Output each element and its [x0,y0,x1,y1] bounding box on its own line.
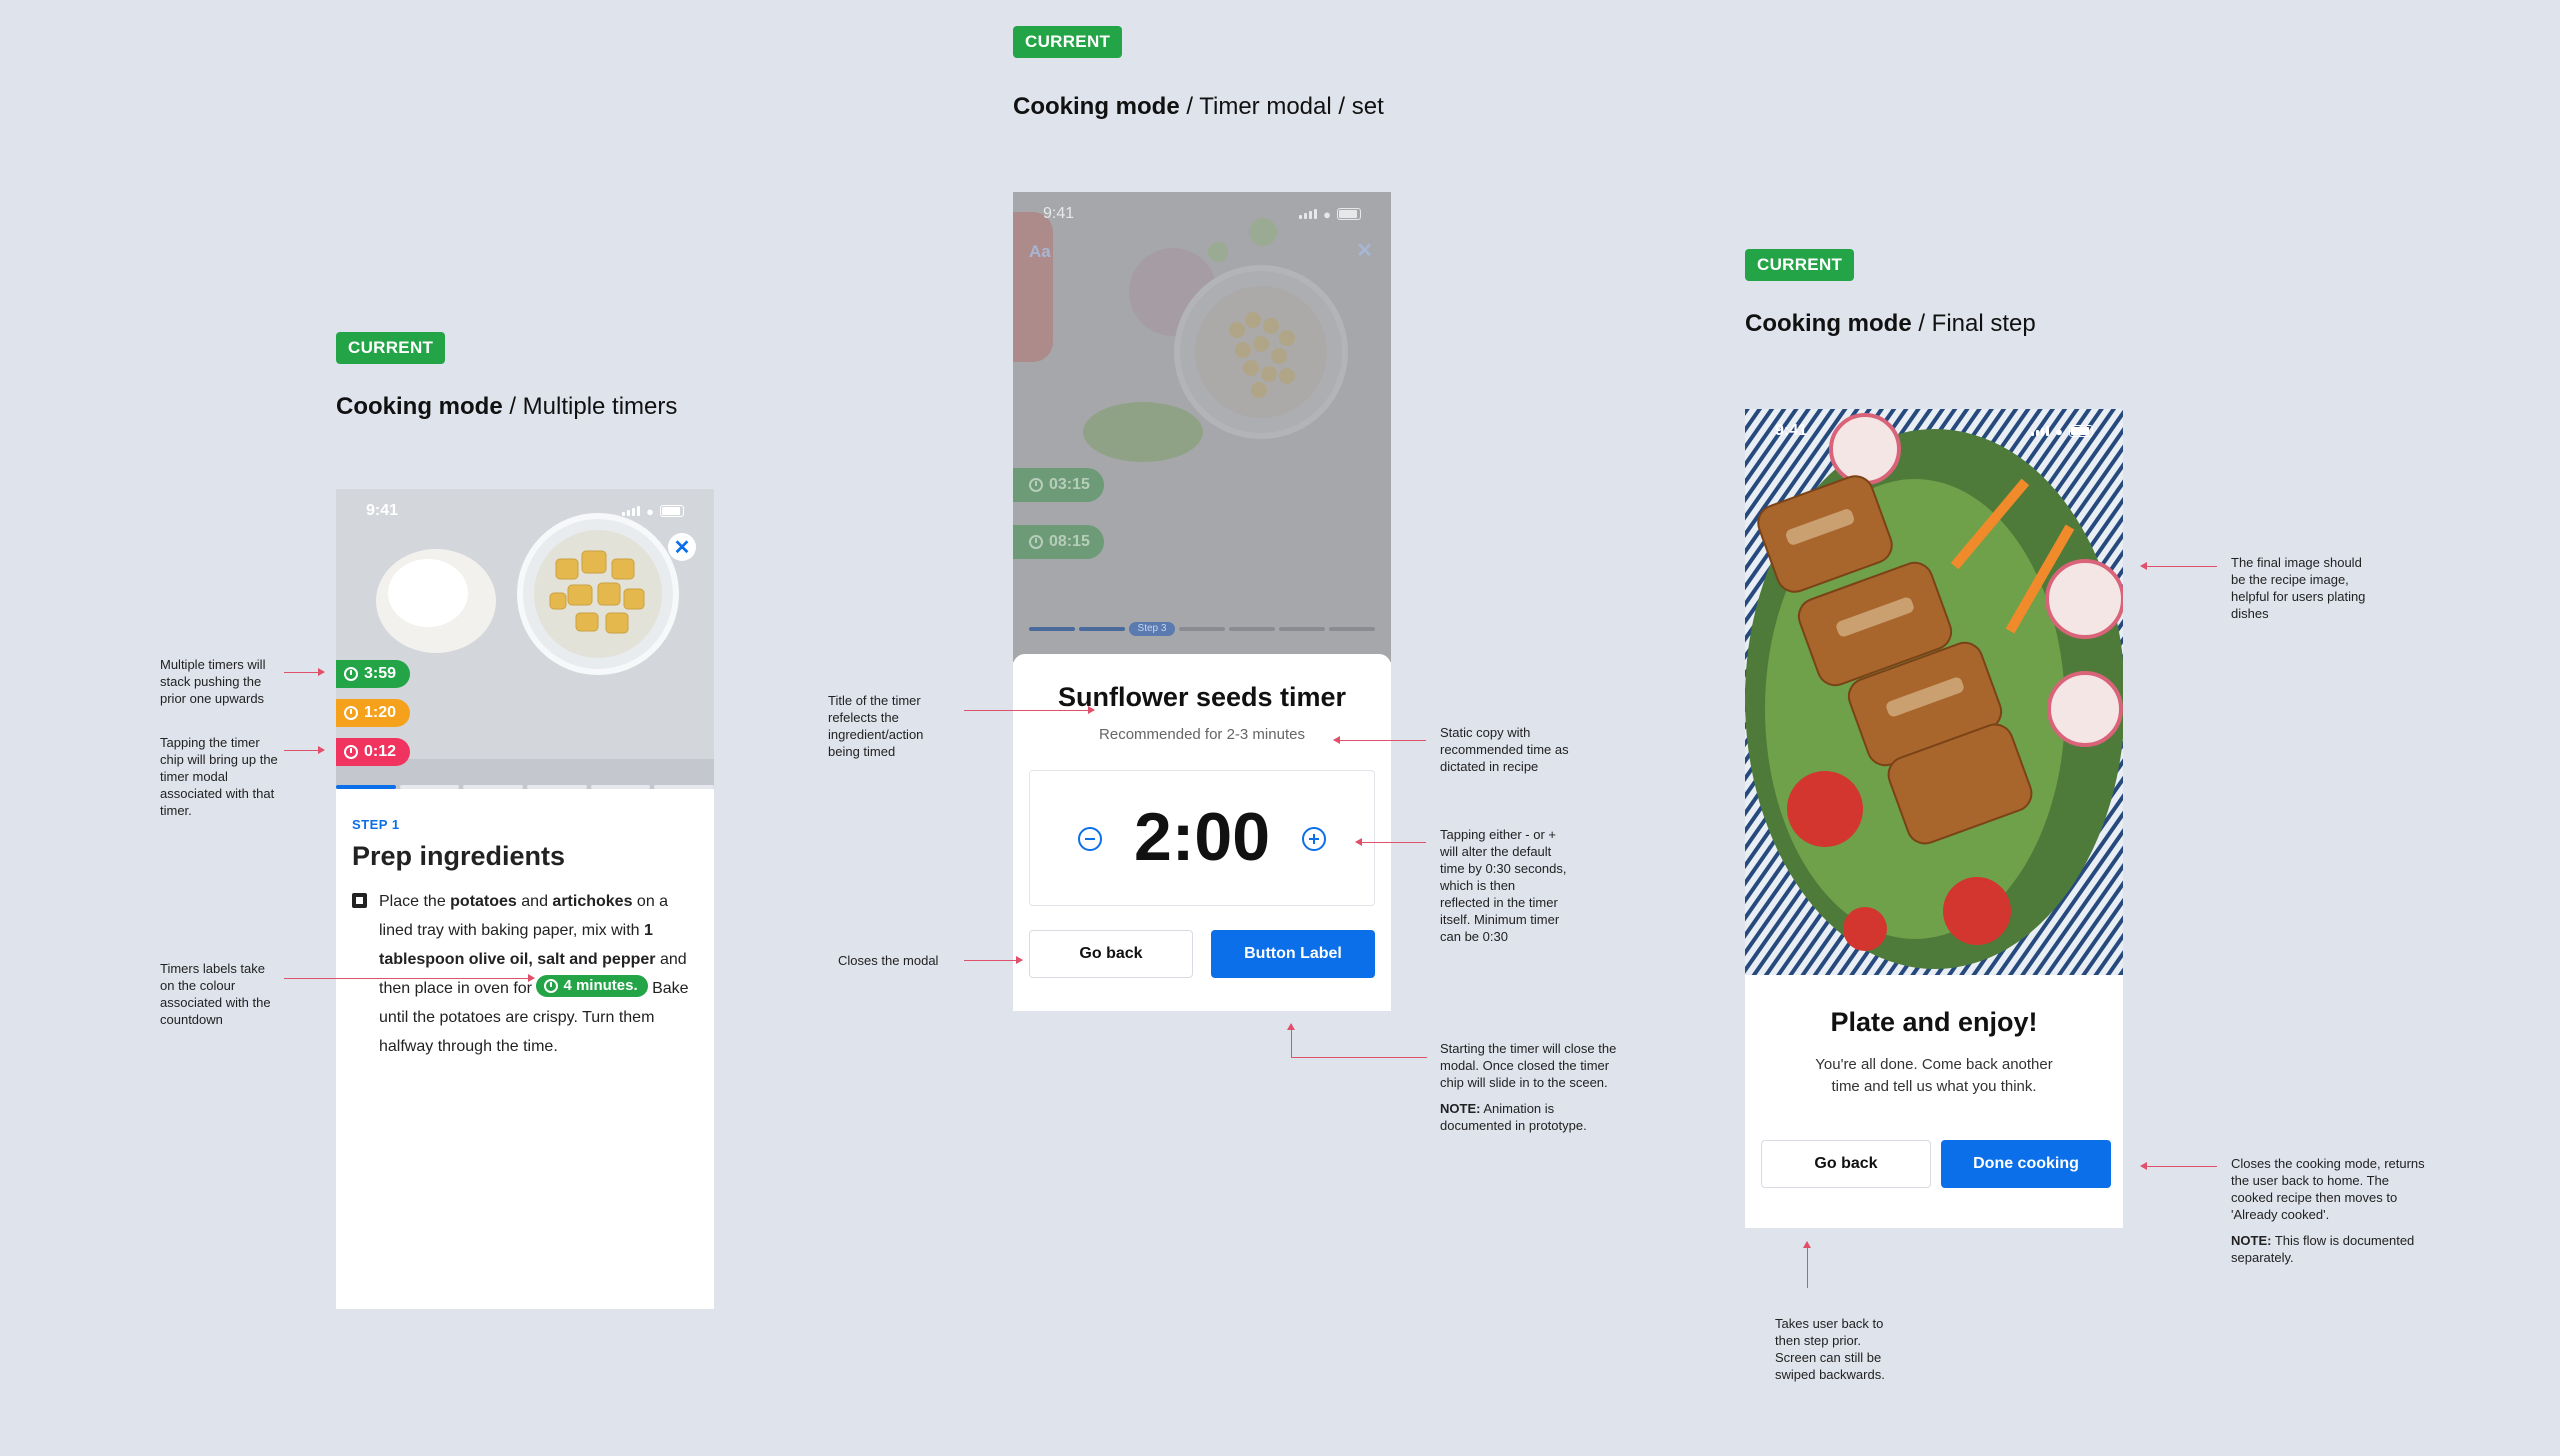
clock-icon [1029,478,1043,492]
final-title: Plate and enjoy! [1830,1007,2038,1037]
annotation-arrow [1355,838,1426,846]
current-badge: CURRENT [1013,26,1123,58]
note-stepper-behaviour: Tapping either - or + will alter the def… [1440,827,1567,944]
frame-title-multiple-timers: Cooking mode / Multiple timers [336,393,678,420]
step-title: Prep ingredients [352,841,566,871]
clock-icon [344,745,358,759]
ingredient-checkbox[interactable] [352,893,367,908]
close-icon[interactable]: ✕ [668,533,696,561]
note-static-copy: Static copy with recommended time as dic… [1440,725,1569,774]
status-icons: ● [2031,424,2093,439]
current-badge: CURRENT [1745,249,1855,281]
timer-modal: Sunflower seeds timer Recommended for 2-… [1013,654,1391,1011]
wifi-icon: ● [2055,423,2063,439]
status-time: 9:41 [366,502,399,519]
battery-icon [1337,208,1361,220]
battery-icon [2069,425,2093,437]
go-back-button[interactable]: Go back [1029,930,1193,978]
battery-icon [660,505,684,517]
phone-screen-multiple-timers: 9:41 ● ✕ 3:59 1:20 0:12 STEP 1 Prep ingr… [336,489,714,1309]
annotation-arrow [2140,1162,2217,1170]
recipe-image: 9:41 ● [1745,409,2123,975]
wifi-icon: ● [646,503,654,519]
timer-chip-dimmed[interactable]: 03:15 [1013,468,1104,502]
inline-timer-chip[interactable]: 4 minutes. [536,975,648,997]
status-bar: 9:41 ● [336,489,714,533]
status-icons: ● [1299,207,1361,222]
annotation-arrow [1291,1057,1427,1058]
increase-time-button[interactable] [1302,827,1326,851]
ingredients-image: 9:41 ● ✕ 3:59 1:20 0:12 [336,489,714,789]
note-closes-modal: Closes the modal [838,953,939,968]
annotation-arrow [284,668,325,676]
annotation-arrow [284,974,535,982]
note-start-timer: Starting the timer will close the modal.… [1440,1041,1617,1133]
clock-icon [344,706,358,720]
annotation-arrow [964,706,1095,714]
done-cooking-button[interactable]: Done cooking [1941,1140,2111,1188]
font-size-button[interactable]: Aa [1029,242,1051,262]
status-icons: ● [622,504,684,519]
signal-icon [622,506,641,516]
note-go-back: Takes user back to then step prior. Scre… [1775,1316,1885,1382]
timer-display-box: 2:00 [1029,770,1375,906]
frame-title-final-step: Cooking mode / Final step [1745,310,2036,337]
annotation-arrow [1803,1241,1811,1288]
signal-icon [2031,426,2050,436]
modal-title: Sunflower seeds timer [1057,682,1347,712]
timer-chip-green[interactable]: 3:59 [336,660,411,688]
status-time: 9:41 [1043,205,1075,222]
annotation-arrow [1287,1023,1295,1058]
step-pill: Step 3 [1129,622,1175,636]
annotation-arrow [284,746,325,754]
phone-screen-timer-modal: 9:41 ● Aa ✕ 03:15 08:15 Step 3 Sunflower… [1013,192,1391,1011]
status-bar: 9:41 ● [1745,409,2123,453]
final-text: You're all done. Come back another time … [1815,1056,2053,1095]
step-instructions: Place the potatoes and artichokes on a l… [379,893,689,1055]
wifi-icon: ● [1323,206,1331,222]
current-badge: CURRENT [336,332,446,364]
annotation-arrow [964,956,1023,964]
frame-title-timer-modal: Cooking mode / Timer modal / set [1013,93,1384,120]
note-timer-title: Title of the timer refelects the ingredi… [828,693,924,759]
annotation-arrow [1333,736,1426,744]
clock-icon [344,667,358,681]
timer-chip-orange[interactable]: 1:20 [336,699,411,727]
note-multiple-timers: Multiple timers will stack pushing the p… [160,657,266,706]
note-done-cooking: Closes the cooking mode, returns the use… [2231,1156,2425,1265]
clock-icon [1029,535,1043,549]
start-timer-button[interactable]: Button Label [1211,930,1375,978]
timer-chip-pink[interactable]: 0:12 [336,738,411,766]
note-tapping-chip: Tapping the timer chip will bring up the… [160,735,278,818]
note-final-image: The final image should be the recipe ima… [2231,555,2366,621]
timer-chip-dimmed[interactable]: 08:15 [1013,525,1104,559]
signal-icon [1299,209,1318,219]
dimmed-background-image: 9:41 ● Aa ✕ 03:15 08:15 Step 3 [1013,192,1391,662]
status-bar: 9:41 ● [1013,192,1391,236]
annotation-arrow [2140,562,2217,570]
note-timer-labels: Timers labels take on the colour associa… [160,961,271,1027]
step-progress: Step 3 [1029,622,1375,636]
step-label: STEP 1 [352,817,400,832]
close-icon[interactable]: ✕ [1356,238,1373,263]
phone-screen-final-step: 9:41 ● Plate and enjoy! You're all done.… [1745,409,2123,1228]
go-back-button[interactable]: Go back [1761,1140,1931,1188]
clock-icon [544,979,559,993]
status-time: 9:41 [1775,422,1808,439]
step-progress [336,785,714,789]
